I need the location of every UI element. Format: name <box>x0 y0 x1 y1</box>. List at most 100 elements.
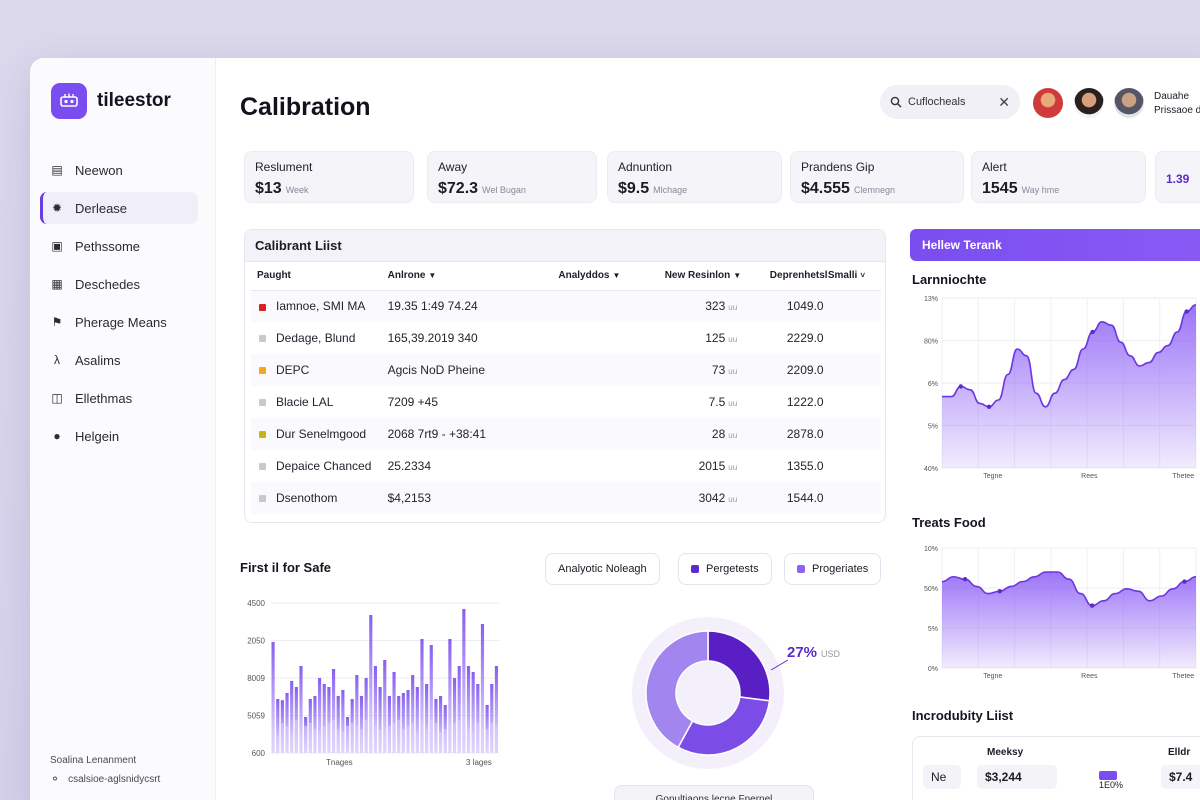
cell-empty <box>558 450 648 482</box>
y-tick-label: 10% <box>924 546 938 553</box>
stat-card[interactable]: Alert 1545 Way hme <box>971 151 1146 203</box>
bar <box>364 720 368 753</box>
right-banner[interactable]: Hellew Terank <box>910 229 1200 261</box>
cell-extra <box>827 418 881 450</box>
x-tick-label: Rees <box>1081 673 1098 680</box>
brand[interactable]: tileestor <box>51 83 171 119</box>
sidebar-item-neewon[interactable]: ▤ Neewon <box>40 154 198 186</box>
sidebar-item-derlease[interactable]: ✹ Derlease <box>40 192 198 224</box>
person-icon: ● <box>53 429 61 443</box>
bar <box>304 726 308 753</box>
search-input[interactable] <box>908 96 978 108</box>
bar <box>429 720 433 753</box>
list-cell[interactable]: $7.4 <box>1161 765 1200 789</box>
sidebar-item-helgein[interactable]: ● Helgein <box>40 420 198 452</box>
cell-empty <box>558 386 648 418</box>
bar-chart: 4500 2050 8009 5059 600 Tnages 3 lages <box>247 599 499 767</box>
y-tick-label: 0% <box>928 666 938 673</box>
stat-sub: Way hme <box>1021 185 1060 195</box>
column-header[interactable]: Anlrone ▼ <box>387 262 559 291</box>
page-title: Calibration <box>240 93 371 121</box>
bar <box>425 729 429 753</box>
avatar[interactable] <box>1074 88 1104 118</box>
bar <box>457 720 461 753</box>
cell-empty <box>558 354 649 386</box>
chevron-down-icon: ˅ <box>860 271 865 281</box>
sidebar-item-ellethmas[interactable]: ◫ Ellethmas <box>40 382 198 414</box>
stat-card[interactable]: 1.39 <box>1155 151 1200 203</box>
cell-empty <box>558 290 649 322</box>
bar <box>276 735 280 753</box>
list-cell[interactable]: Ne <box>923 765 961 789</box>
sidebar-item-pethssome[interactable]: ▣ Pethssome <box>40 230 198 262</box>
legend-pill[interactable]: Pergetests <box>678 553 772 585</box>
stat-card[interactable]: Adnuntion $9.5 Mlchage <box>607 151 782 203</box>
table-row[interactable]: Dsenothom $4,2153 3042 uu 1544.0 <box>251 482 881 514</box>
stat-card[interactable]: Reslument $13 Week <box>244 151 414 203</box>
list-title: Incrodubity Liist <box>912 708 1014 723</box>
sidebar-item-pherage-means[interactable]: ⚑ Pherage Means <box>40 306 198 338</box>
sidebar-item-asalims[interactable]: λ Asalims <box>40 344 198 376</box>
list-cell[interactable]: $3,244 <box>977 765 1057 789</box>
briefcase-icon: ▦ <box>51 277 63 291</box>
folder-icon: ◫ <box>51 391 63 405</box>
bar <box>439 732 443 753</box>
bar <box>476 723 480 753</box>
bar <box>411 723 415 753</box>
y-tick-label: 5% <box>928 424 938 431</box>
table-row[interactable]: Blacie LAL 7209 +45 7.5 uu 1222.0 <box>251 386 881 418</box>
legend-pill[interactable]: Analyotic Noleagh <box>545 553 660 585</box>
column-header[interactable]: Analyddos ▼ <box>558 262 649 291</box>
bar <box>471 732 475 753</box>
column-header[interactable]: Smalli ˅ <box>827 262 881 291</box>
list-cell[interactable]: 1E0% <box>1091 765 1151 790</box>
cell-dep: 1222.0 <box>786 395 824 409</box>
incrodubity-list: Meeksy Elldr Ne $3,244 1E0% $7.4 <box>912 736 1200 800</box>
table-row[interactable]: Depaice Chanced 25.2334 2015 uu 1355.0 <box>251 450 881 482</box>
column-header[interactable]: New Resinlon ▼ <box>648 262 742 291</box>
cell-dep: 2229.0 <box>786 331 824 345</box>
info-icon[interactable]: ⚬ <box>50 772 60 786</box>
y-tick-label: 13% <box>924 296 938 303</box>
column-header[interactable]: Paught <box>251 262 388 291</box>
bar <box>420 726 424 753</box>
legend-pill[interactable]: Progeriates <box>784 553 882 585</box>
table-row[interactable]: Iamnoe, SMI MA 19.35 1:49 74.24 323 uu 1049.… <box>251 290 881 322</box>
x-tick-label: Tegne <box>983 473 1002 480</box>
legend-label: Pergetests <box>706 563 759 575</box>
x-tick-label: Thetee <box>1172 473 1194 480</box>
search-box[interactable]: ✕ <box>880 85 1020 119</box>
close-icon[interactable]: ✕ <box>998 94 1010 111</box>
stat-card[interactable]: Away $72.3 Wel Bugan <box>427 151 597 203</box>
chevron-down-icon: ▼ <box>612 271 621 281</box>
table-row[interactable]: Dur Senelmgood 2068 7rt9 - +38:41 28 uu 2878… <box>251 418 881 450</box>
user-info[interactable]: Dauahe Prissaoe d <box>1154 90 1200 118</box>
bar <box>280 723 284 753</box>
cell-extra <box>828 450 881 482</box>
cell-value: 73 uu <box>648 354 742 386</box>
tag-icon: ⚑ <box>51 315 63 329</box>
gear-icon: ✹ <box>51 201 63 215</box>
stat-card[interactable]: Prandens Gip $4.555 Clemnegn <box>790 151 964 203</box>
bar <box>406 726 410 753</box>
bar <box>290 735 294 753</box>
avatar[interactable] <box>1033 88 1063 118</box>
sidebar-item-label: Deschedes <box>75 276 141 292</box>
table-row[interactable]: DEPC Agcis NoD Pheine 73 uu 2209.0 <box>251 354 881 386</box>
status-dot <box>259 463 266 471</box>
x-tick-label: Tnages <box>326 758 353 767</box>
cell-extra <box>827 354 881 386</box>
table-row[interactable]: Dedage, Blund 165,39.2019 340 125 uu 2229.0 <box>251 322 881 354</box>
column-header[interactable]: Deprenhetsl <box>741 262 828 291</box>
data-point <box>1184 309 1189 314</box>
y-tick-label: 2050 <box>247 637 265 646</box>
bar <box>318 732 322 753</box>
table-header-row: Paught Anlrone ▼ Analyddos ▼ New Resinlon ▼… <box>251 262 881 291</box>
area-chart-1-title: Larnniochte <box>912 272 987 287</box>
bar <box>443 729 447 753</box>
avatar[interactable] <box>1114 88 1144 118</box>
bar-chart-title: First il for Safe <box>240 560 332 575</box>
sidebar-item-label: Ellethmas <box>75 390 133 406</box>
sidebar-item-deschedes[interactable]: ▦ Deschedes <box>40 268 198 300</box>
cell-value: 3042 uu <box>648 482 742 514</box>
